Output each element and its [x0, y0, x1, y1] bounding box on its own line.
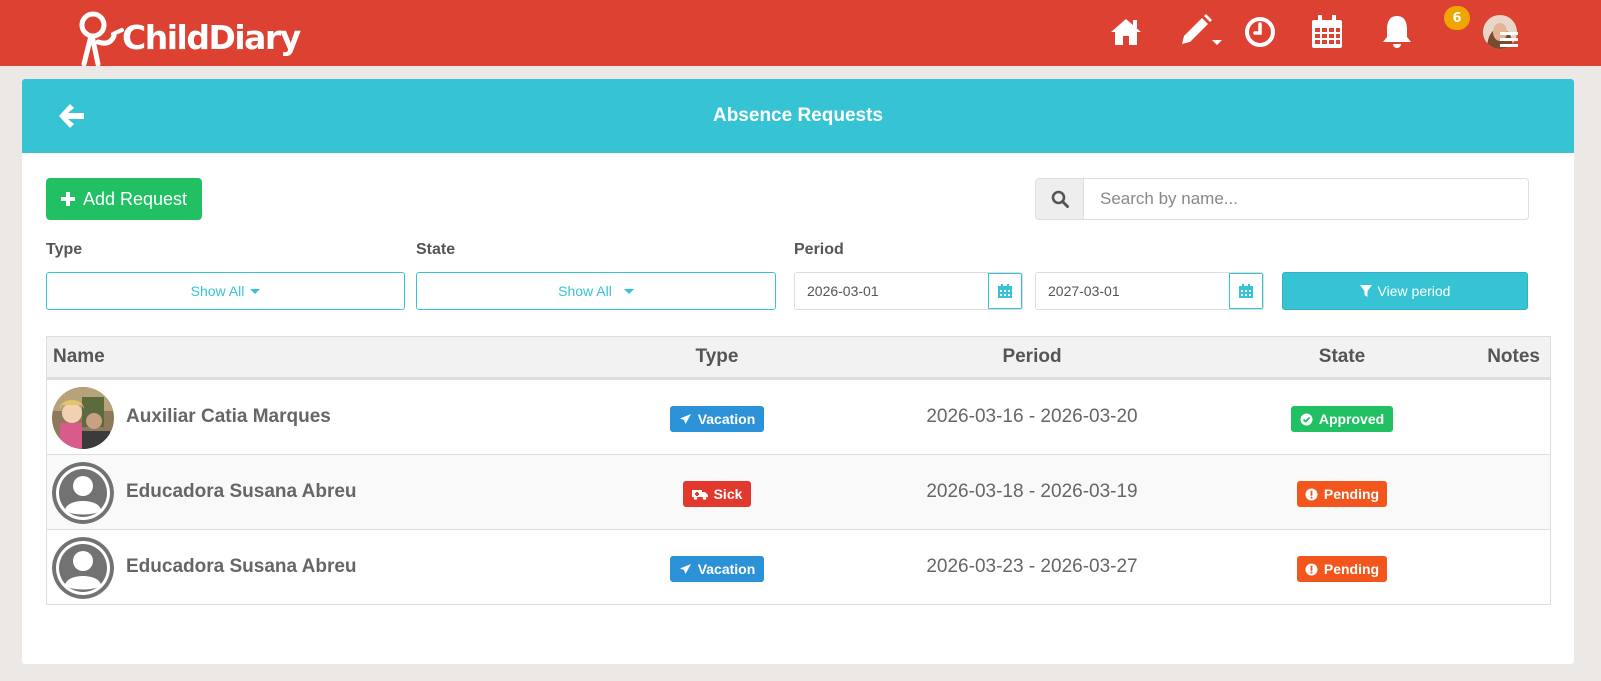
state-filter-value: Show All [558, 283, 612, 299]
bell-icon[interactable] [1379, 14, 1415, 50]
type-filter-label: Type [46, 241, 83, 258]
state-badge-label: Pending [1323, 486, 1380, 502]
row-period: 2026-03-23 - 2026-03-27 [926, 556, 1138, 577]
type-badge-label: Vacation [697, 411, 756, 427]
end-date-input[interactable] [1036, 273, 1229, 309]
clock-icon[interactable] [1242, 14, 1278, 50]
search-icon[interactable] [1036, 179, 1084, 219]
state-filter-label: State [416, 241, 456, 258]
table-header: Name Type Period State Notes [47, 337, 1550, 379]
add-request-button[interactable]: Add Request [46, 178, 202, 220]
state-badge-label: Pending [1323, 561, 1380, 577]
plus-icon [60, 192, 75, 206]
type-badge-vacation: Vacation [670, 406, 764, 432]
column-header-type[interactable]: Type [667, 337, 767, 377]
arrow-left-icon [59, 104, 84, 128]
exclamation-circle-icon [1305, 488, 1318, 500]
type-badge-vacation: Vacation [670, 556, 764, 582]
row-period: 2026-03-18 - 2026-03-19 [926, 481, 1138, 502]
exclamation-circle-icon [1305, 563, 1318, 575]
add-request-label: Add Request [82, 188, 188, 209]
filter-icon [1359, 285, 1372, 297]
page-title: Absence Requests [712, 105, 883, 126]
logo-figure-icon [79, 11, 124, 66]
view-period-button[interactable]: View period [1282, 272, 1528, 310]
avatar [52, 387, 114, 449]
column-header-notes[interactable]: Notes [1487, 337, 1540, 377]
caret-down-icon [623, 288, 634, 294]
row-period: 2026-03-16 - 2026-03-20 [926, 406, 1138, 427]
notification-badge: 6 [1444, 6, 1470, 30]
type-badge-label: Vacation [697, 561, 756, 577]
menu-icon[interactable] [1500, 30, 1518, 48]
absence-requests-card: Absence Requests Add Request Type State … [22, 79, 1574, 664]
type-filter-value: Show All [190, 283, 245, 299]
logo-text: ChildDiary [122, 18, 301, 57]
end-date-field [1035, 272, 1264, 310]
type-filter-dropdown[interactable]: Show All [46, 272, 405, 310]
table-row[interactable]: Educadora Susana Abreu Sick 2026-03-18 -… [47, 454, 1550, 529]
type-badge-label: Sick [713, 486, 743, 502]
state-badge-pending: Pending [1297, 481, 1387, 507]
row-name: Educadora Susana Abreu [126, 556, 357, 577]
caret-down-icon [250, 288, 261, 294]
state-badge-label: Approved [1318, 411, 1385, 427]
column-header-period[interactable]: Period [972, 337, 1092, 377]
home-icon[interactable] [1108, 14, 1144, 50]
column-header-state[interactable]: State [1292, 337, 1392, 377]
calendar-icon[interactable] [988, 273, 1022, 309]
state-badge-approved: Approved [1291, 406, 1393, 432]
top-bar: ChildDiary 6 [0, 0, 1601, 66]
card-header: Absence Requests [22, 79, 1574, 153]
state-filter-dropdown[interactable]: Show All [416, 272, 776, 310]
calendar-icon[interactable] [1309, 14, 1345, 50]
start-date-field [794, 272, 1023, 310]
absence-table: Name Type Period State Notes Auxiliar Ca… [46, 336, 1551, 605]
pencil-icon[interactable] [1176, 14, 1224, 50]
type-badge-sick: Sick [683, 481, 751, 507]
view-period-label: View period [1377, 283, 1451, 299]
column-header-name[interactable]: Name [53, 337, 105, 377]
search-input[interactable] [1084, 179, 1528, 219]
start-date-input[interactable] [795, 273, 988, 309]
plane-icon [679, 563, 691, 574]
avatar [52, 462, 114, 524]
plane-icon [679, 413, 691, 424]
table-row[interactable]: Auxiliar Catia Marques Vacation 2026-03-… [47, 379, 1550, 454]
back-button[interactable] [52, 97, 90, 135]
calendar-icon[interactable] [1229, 273, 1263, 309]
row-name: Auxiliar Catia Marques [126, 406, 331, 427]
avatar [52, 537, 114, 599]
row-name: Educadora Susana Abreu [126, 481, 357, 502]
period-filter-label: Period [794, 241, 844, 258]
app-logo[interactable]: ChildDiary [78, 10, 301, 66]
state-badge-pending: Pending [1297, 556, 1387, 582]
check-circle-icon [1300, 413, 1313, 425]
search-box [1035, 178, 1529, 220]
ambulance-icon [691, 490, 708, 500]
table-row[interactable]: Educadora Susana Abreu Vacation 2026-03-… [47, 529, 1550, 604]
